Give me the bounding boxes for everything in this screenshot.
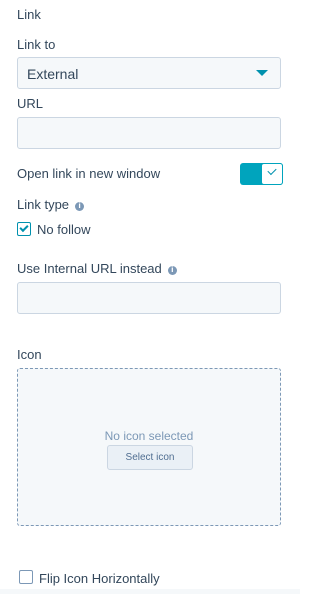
link-to-selected-value: External [27,66,79,82]
link-to-label: Link to [17,37,56,52]
select-icon-button[interactable]: Select icon [107,445,193,470]
toggle-knob [261,163,283,185]
internal-url-input[interactable] [17,282,281,314]
flip-icon-label: Flip Icon Horizontally [39,571,160,586]
info-icon[interactable]: i [75,202,85,211]
open-new-window-toggle[interactable] [240,163,283,185]
link-type-label: Link type [17,197,70,212]
check-icon [267,165,277,176]
icon-picker-dropzone[interactable]: No icon selected Select icon [17,368,281,526]
flip-icon-checkbox[interactable] [19,570,33,584]
url-input[interactable] [17,117,281,149]
icon-label: Icon [17,347,42,362]
no-icon-selected-text: No icon selected [104,429,194,443]
no-follow-checkbox[interactable] [17,222,31,236]
section-label-link: Link [17,7,41,22]
internal-url-label-row: Use Internal URL instead i [17,261,177,277]
internal-url-label: Use Internal URL instead [17,261,162,276]
open-new-window-label: Open link in new window [17,166,161,181]
link-type-label-row: Link type i [17,197,85,213]
url-label: URL [17,96,44,111]
bottom-divider [0,589,300,594]
link-to-select[interactable]: External [17,57,281,89]
info-icon[interactable]: i [167,266,177,275]
no-follow-label: No follow [37,222,91,237]
chevron-down-icon [256,70,268,76]
